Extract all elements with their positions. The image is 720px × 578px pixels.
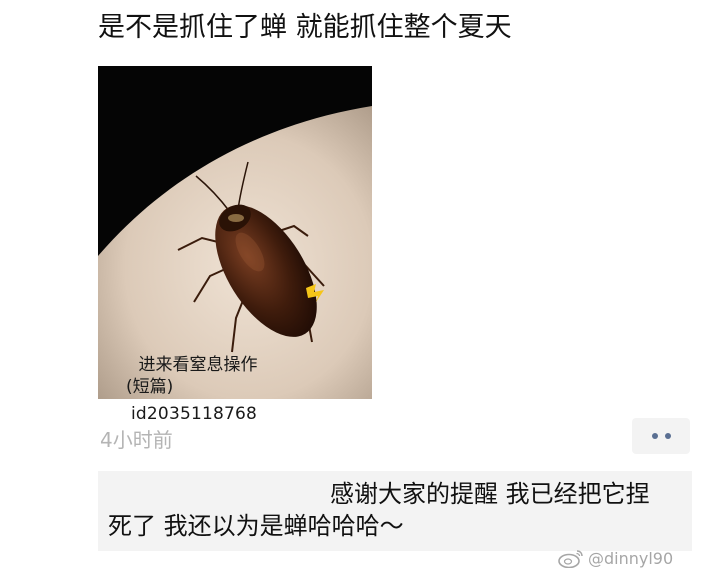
post-image[interactable]: 进来看窒息操作 (短篇) bbox=[98, 66, 372, 399]
image-caption-line2: (短篇) bbox=[126, 377, 174, 397]
more-dots-icon bbox=[651, 433, 658, 439]
watermark-handle: @dinnyl90 bbox=[588, 548, 674, 568]
more-button[interactable] bbox=[632, 418, 690, 454]
comment-line-1: 感谢大家的提醒 我已经把它捏 bbox=[330, 480, 650, 508]
watermark: @dinnyl90 bbox=[558, 548, 673, 568]
comment-box: 感谢大家的提醒 我已经把它捏 死了 我还以为是蝉哈哈哈～ bbox=[98, 471, 692, 551]
image-id-text: id2035118768 bbox=[131, 404, 258, 424]
comment-line-2: 死了 我还以为是蝉哈哈哈～ bbox=[108, 512, 404, 540]
image-caption-line1: 进来看窒息操作 bbox=[138, 355, 258, 375]
image-caption: 进来看窒息操作 (短篇) bbox=[98, 354, 298, 398]
more-dots-icon bbox=[664, 433, 671, 439]
cockroach-photo bbox=[98, 66, 372, 399]
post-timestamp: 4小时前 bbox=[100, 428, 173, 452]
weibo-logo-icon bbox=[558, 550, 583, 568]
post-text: 是不是抓住了蝉 就能抓住整个夏天 bbox=[98, 12, 512, 43]
